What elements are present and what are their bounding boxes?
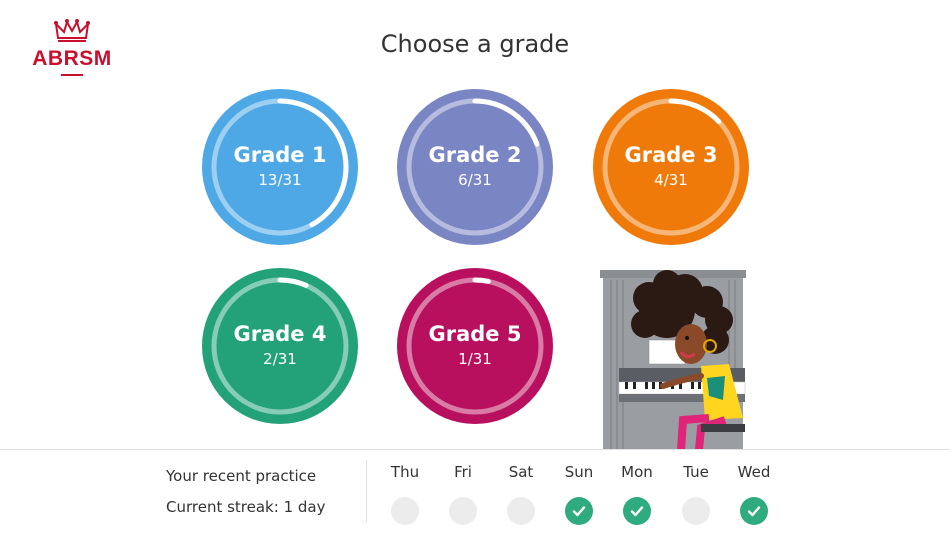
- logo-underline: [61, 74, 83, 76]
- day-status-indicator: [449, 497, 477, 525]
- grade-1-progress-ring: [202, 89, 358, 245]
- day-status-indicator: [740, 497, 768, 525]
- day-tue: Tue: [676, 461, 716, 525]
- grade-2-progress: 6/31: [458, 171, 492, 189]
- grade-4-progress-ring: [202, 268, 358, 424]
- day-fri: Fri: [443, 461, 483, 525]
- pianist-illustration: [600, 270, 746, 450]
- grade-3-progress: 4/31: [654, 171, 688, 189]
- day-status-indicator: [391, 497, 419, 525]
- grade-4-name: Grade 4: [233, 322, 327, 346]
- grade-2-button[interactable]: Grade 2 6/31: [397, 89, 553, 245]
- day-sat: Sat: [501, 461, 541, 525]
- grade-4-button[interactable]: Grade 4 2/31: [202, 268, 358, 424]
- grade-1-name: Grade 1: [233, 143, 327, 167]
- grade-3-button[interactable]: Grade 3 4/31: [593, 89, 749, 245]
- day-mon: Mon: [617, 461, 657, 525]
- day-label: Tue: [683, 463, 709, 481]
- day-status-indicator: [507, 497, 535, 525]
- grade-1-button[interactable]: Grade 1 13/31: [202, 89, 358, 245]
- grade-5-button[interactable]: Grade 5 1/31: [397, 268, 553, 424]
- day-label: Sat: [508, 463, 534, 481]
- grade-1-progress: 13/31: [258, 171, 302, 189]
- day-thu: Thu: [385, 461, 425, 525]
- grade-2-name: Grade 2: [428, 143, 522, 167]
- recent-practice-label: Your recent practice: [166, 467, 317, 485]
- check-icon: [572, 506, 586, 517]
- footer-divider: [366, 460, 367, 522]
- day-status-indicator: [565, 497, 593, 525]
- day-label: Wed: [737, 463, 771, 481]
- grade-5-progress: 1/31: [458, 350, 492, 368]
- grade-4-progress: 2/31: [263, 350, 297, 368]
- day-sun: Sun: [559, 461, 599, 525]
- grade-3-name: Grade 3: [624, 143, 718, 167]
- page-title: Choose a grade: [380, 30, 570, 58]
- day-label: Fri: [454, 463, 472, 481]
- grade-5-progress-ring: [397, 268, 553, 424]
- day-label: Thu: [390, 463, 420, 481]
- day-label: Sun: [564, 463, 594, 481]
- grade-5-name: Grade 5: [428, 322, 522, 346]
- grade-2-progress-ring: [397, 89, 553, 245]
- day-status-indicator: [623, 497, 651, 525]
- current-streak-label: Current streak: 1 day: [166, 498, 326, 516]
- practice-footer: Your recent practice Current streak: 1 d…: [0, 449, 950, 535]
- day-wed: Wed: [734, 461, 774, 525]
- grade-3-progress-ring: [593, 89, 749, 245]
- check-icon: [747, 506, 761, 517]
- day-status-indicator: [682, 497, 710, 525]
- check-icon: [630, 506, 644, 517]
- day-label: Mon: [621, 463, 653, 481]
